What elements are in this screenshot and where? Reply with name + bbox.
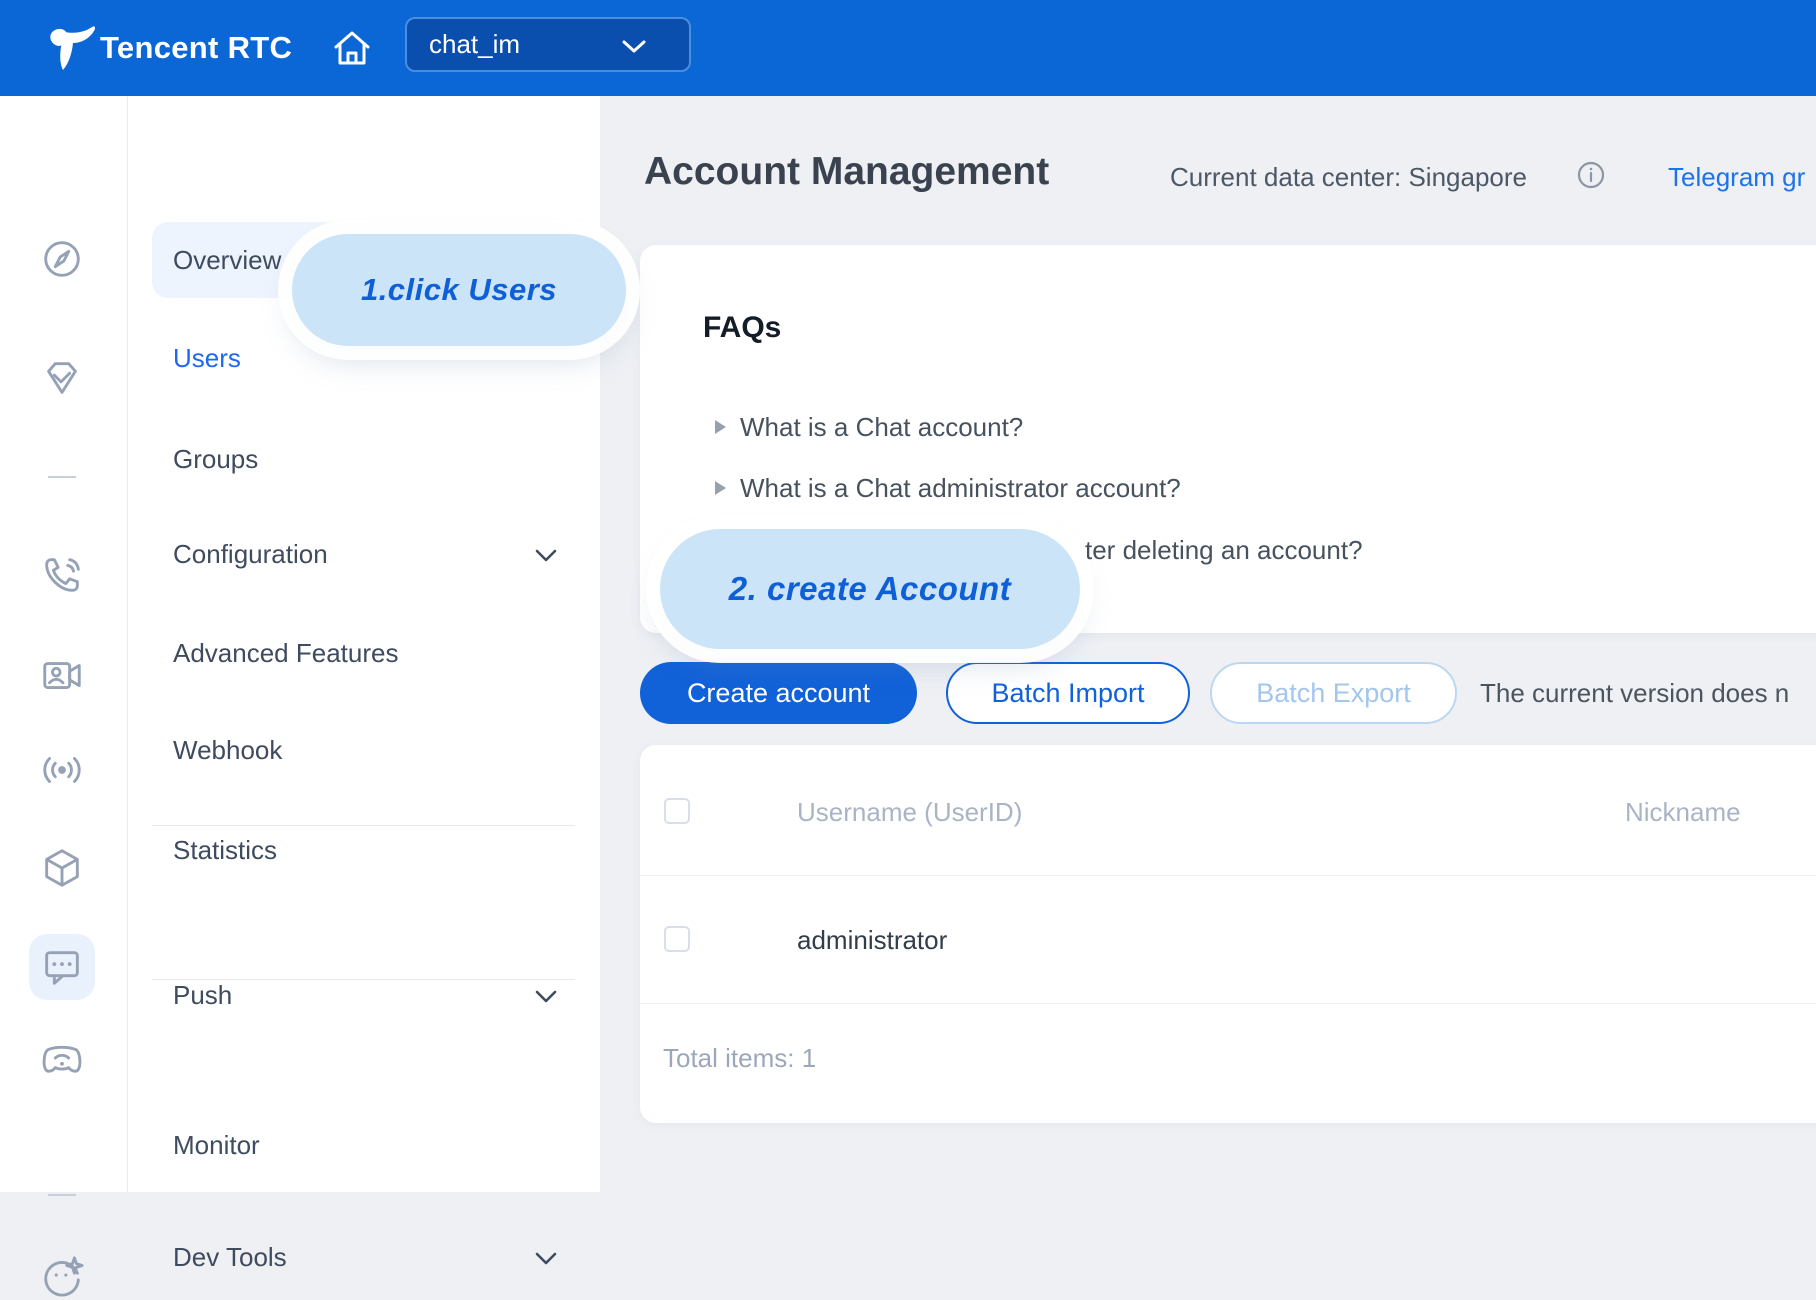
faq-expand-arrow-icon[interactable] xyxy=(715,420,726,434)
batch-import-button[interactable]: Batch Import xyxy=(946,662,1190,724)
cell-username: administrator xyxy=(797,925,947,956)
faq-item-1[interactable]: What is a Chat account? xyxy=(740,412,1023,443)
assistant-icon[interactable] xyxy=(39,1254,85,1300)
rail-divider xyxy=(48,476,76,478)
chevron-down-icon[interactable] xyxy=(535,990,557,1004)
page-title: Account Management xyxy=(644,150,1049,194)
live-broadcast-icon[interactable] xyxy=(39,747,85,793)
telegram-group-link[interactable]: Telegram gr xyxy=(1668,162,1805,193)
column-header-username: Username (UserID) xyxy=(797,797,1022,828)
faq-expand-arrow-icon[interactable] xyxy=(715,481,726,495)
chevron-down-icon xyxy=(621,39,647,55)
table-divider xyxy=(640,875,1816,876)
video-call-icon[interactable] xyxy=(39,653,85,699)
tencent-rtc-logo-icon xyxy=(44,22,96,74)
sidebar-item-users[interactable]: Users xyxy=(173,343,241,374)
sidebar-item-webhook[interactable]: Webhook xyxy=(173,735,282,766)
app-selector-dropdown[interactable]: chat_im xyxy=(405,17,691,72)
sidebar-item-statistics[interactable]: Statistics xyxy=(173,835,277,866)
sidebar-item-overview[interactable]: Overview xyxy=(173,245,281,276)
annotation-step1-bubble: 1.click Users xyxy=(292,234,626,346)
sidebar-item-groups[interactable]: Groups xyxy=(173,444,258,475)
brand-title: Tencent RTC xyxy=(100,0,292,96)
annotation-step2-text: 2. create Account xyxy=(729,570,1011,608)
sidebar-item-advanced-features[interactable]: Advanced Features xyxy=(173,638,398,669)
top-bar: Tencent RTC chat_im xyxy=(0,0,1816,96)
chat-icon[interactable] xyxy=(39,944,85,990)
annotation-step2-bubble: 2. create Account xyxy=(660,529,1080,649)
data-center-label: Current data center: Singapore xyxy=(1170,162,1527,193)
sidebar-item-dev-tools[interactable]: Dev Tools xyxy=(173,1242,287,1273)
sidebar-item-monitor[interactable]: Monitor xyxy=(173,1130,260,1161)
row-checkbox[interactable] xyxy=(664,926,690,952)
call-icon[interactable] xyxy=(39,552,85,598)
game-icon[interactable] xyxy=(39,1036,85,1082)
accounts-table-card: Username (UserID) Nickname administrator… xyxy=(640,745,1816,1123)
batch-export-button[interactable]: Batch Export xyxy=(1210,662,1457,724)
home-icon[interactable] xyxy=(330,26,374,70)
column-header-nickname: Nickname xyxy=(1625,797,1741,828)
faq-item-2[interactable]: What is a Chat administrator account? xyxy=(740,473,1181,504)
sidebar-item-configuration[interactable]: Configuration xyxy=(173,539,328,570)
icon-rail xyxy=(0,96,128,1192)
total-items-label: Total items: 1 xyxy=(663,1043,816,1074)
faq-item-3-partial[interactable]: ter deleting an account? xyxy=(1085,535,1363,566)
table-divider xyxy=(640,1003,1816,1004)
select-all-checkbox[interactable] xyxy=(664,798,690,824)
sidebar-item-push[interactable]: Push xyxy=(173,980,232,1011)
sidebar-divider xyxy=(152,825,575,826)
annotation-step1-text: 1.click Users xyxy=(361,272,557,308)
compass-icon[interactable] xyxy=(39,236,85,282)
info-icon[interactable] xyxy=(1576,160,1606,190)
create-account-button[interactable]: Create account xyxy=(640,662,917,724)
app-selector-value: chat_im xyxy=(429,29,520,60)
chevron-down-icon[interactable] xyxy=(535,1252,557,1266)
faq-title: FAQs xyxy=(703,311,781,345)
engine-cube-icon[interactable] xyxy=(39,845,85,891)
version-note: The current version does n xyxy=(1480,678,1789,709)
chevron-down-icon[interactable] xyxy=(535,549,557,563)
quality-gem-icon[interactable] xyxy=(39,355,85,401)
rail-divider xyxy=(48,1194,76,1196)
